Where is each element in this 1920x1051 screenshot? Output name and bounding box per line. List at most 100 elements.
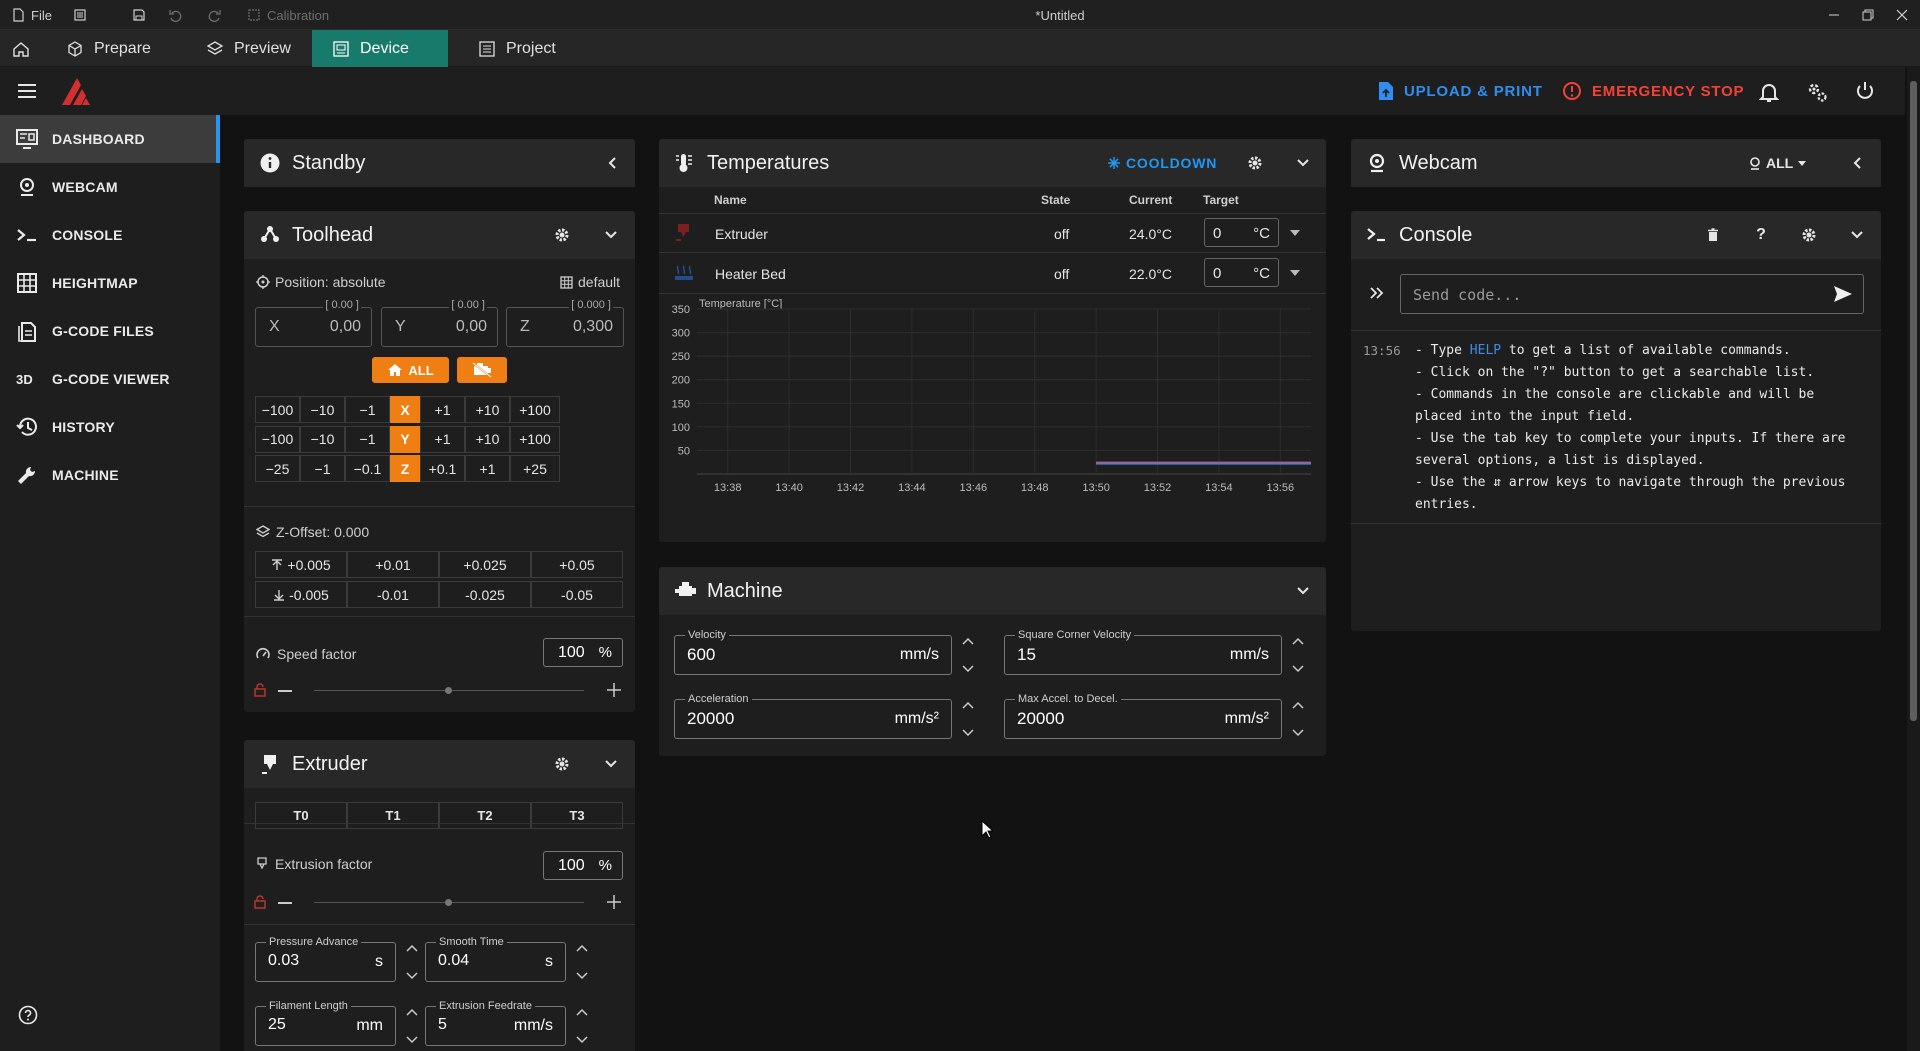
motors-off-button[interactable] (457, 357, 507, 383)
collapse-chevron-icon[interactable] (1847, 153, 1867, 173)
sidebar-item-console[interactable]: CONSOLE (0, 211, 220, 259)
stepper-up-icon[interactable] (406, 944, 418, 952)
delete-icon[interactable] (1703, 225, 1723, 245)
speed-factor-input[interactable]: 100 % (543, 638, 623, 667)
z-offset-button[interactable]: -0.025 (439, 581, 531, 608)
z-position-field[interactable]: Z [ 0.000 ] 0,300 (506, 299, 624, 347)
help-icon[interactable] (18, 1005, 38, 1025)
number-input[interactable]: Pressure Advance 0.03 s (255, 936, 396, 982)
gear-icon[interactable] (1245, 153, 1265, 173)
scrollbar-thumb[interactable] (1910, 81, 1917, 721)
console-line[interactable]: entries. (1415, 497, 1478, 512)
console-command-link[interactable]: HELP (1470, 343, 1501, 358)
collapse-chevron-icon[interactable] (602, 153, 622, 173)
speed-slider-thumb[interactable] (445, 687, 452, 694)
menu-icon[interactable] (17, 83, 37, 99)
undo-icon[interactable] (168, 0, 182, 30)
console-line[interactable]: placed into the input field. (1415, 409, 1634, 424)
jog-button[interactable]: −100 (255, 425, 300, 453)
heater-name[interactable]: Heater Bed (715, 266, 786, 282)
stepper-up-icon[interactable] (962, 637, 974, 645)
jog-button[interactable]: −10 (300, 396, 345, 423)
gear-icon[interactable] (1799, 225, 1819, 245)
number-input[interactable]: Extrusion Feedrate 5 mm/s (425, 1000, 566, 1046)
calibration-menu[interactable]: Calibration (247, 0, 329, 30)
sidebar-item-dashboard[interactable]: DASHBOARD (0, 115, 220, 163)
tool-button-t1[interactable]: T1 (347, 802, 439, 829)
z-offset-button[interactable]: -0.005 (255, 581, 347, 608)
jog-button[interactable]: +1 (420, 425, 465, 453)
jog-button[interactable]: +10 (465, 425, 510, 453)
file-menu[interactable]: File (12, 0, 52, 30)
caret-down-icon[interactable] (1290, 270, 1300, 276)
chevron-down-icon[interactable] (601, 754, 621, 774)
power-icon[interactable] (1855, 81, 1875, 101)
jog-button[interactable]: +100 (510, 396, 560, 423)
heater-target-input[interactable]: 0 °C (1204, 258, 1279, 287)
sidebar-item-machine[interactable]: MACHINE (0, 451, 220, 499)
settings-cogs-icon[interactable] (1806, 81, 1828, 103)
cooldown-button[interactable]: COOLDOWN (1108, 139, 1217, 187)
console-line[interactable]: - Use the ⇵ arrow keys to navigate throu… (1415, 475, 1845, 490)
jog-button[interactable]: +10 (465, 396, 510, 423)
increase-icon[interactable] (607, 895, 621, 909)
sidebar-item-gcode-viewer[interactable]: 3D G-CODE VIEWER (0, 355, 220, 403)
axis-z-button[interactable]: Z (390, 455, 420, 482)
lock-icon[interactable] (254, 683, 266, 697)
stepper-down-icon[interactable] (576, 972, 588, 980)
stepper-down-icon[interactable] (1292, 729, 1304, 737)
page-scrollbar[interactable] (1907, 67, 1920, 1051)
axis-y-button[interactable]: Y (390, 425, 420, 453)
tab-project[interactable]: Project (458, 30, 586, 67)
extrusion-slider-thumb[interactable] (445, 899, 452, 906)
jog-button[interactable]: +1 (420, 396, 465, 423)
stepper-down-icon[interactable] (406, 1036, 418, 1044)
console-line[interactable]: - Click on the "?" button to get a searc… (1415, 365, 1814, 380)
jog-button[interactable]: −0.1 (345, 455, 390, 482)
stepper-up-icon[interactable] (1292, 701, 1304, 709)
gear-icon[interactable] (552, 754, 572, 774)
number-input[interactable]: Velocity 600 mm/s (674, 629, 952, 675)
stepper-up-icon[interactable] (576, 1008, 588, 1016)
emergency-stop-button[interactable]: EMERGENCY STOP (1562, 67, 1744, 115)
z-offset-button[interactable]: +0.01 (347, 551, 439, 578)
sidebar-item-gcode-files[interactable]: G-CODE FILES (0, 307, 220, 355)
extrusion-factor-input[interactable]: 100 % (543, 851, 623, 880)
z-offset-button[interactable]: +0.05 (531, 551, 623, 578)
home-all-button[interactable]: ALL (372, 357, 449, 383)
stepper-up-icon[interactable] (576, 944, 588, 952)
jog-button[interactable]: −100 (255, 396, 300, 423)
jog-button[interactable]: −1 (300, 455, 345, 482)
jog-button[interactable]: +25 (510, 455, 560, 482)
jog-button[interactable]: −1 (345, 396, 390, 423)
number-input[interactable]: Acceleration 20000 mm/s² (674, 693, 952, 739)
console-line[interactable]: - Type HELP to get a list of available c… (1415, 343, 1791, 358)
number-input[interactable]: Smooth Time 0.04 s (425, 936, 566, 982)
heater-name[interactable]: Extruder (715, 226, 768, 242)
chevron-down-icon[interactable] (601, 225, 621, 245)
stepper-up-icon[interactable] (406, 1008, 418, 1016)
chevron-down-icon[interactable] (1847, 225, 1867, 245)
lock-icon[interactable] (254, 895, 266, 909)
y-position-field[interactable]: Y [ 0.00 ] 0,00 (381, 299, 498, 347)
send-icon[interactable] (1833, 285, 1853, 303)
x-position-field[interactable]: X [ 0.00 ] 0,00 (255, 299, 372, 347)
caret-down-icon[interactable] (1290, 230, 1300, 236)
close-icon[interactable] (1896, 0, 1908, 30)
z-offset-button[interactable]: -0.05 (531, 581, 623, 608)
webcam-filter-dropdown[interactable]: ALL (1749, 139, 1807, 187)
stepper-up-icon[interactable] (962, 701, 974, 709)
minimize-icon[interactable] (1828, 0, 1840, 30)
tool-button-t3[interactable]: T3 (531, 802, 623, 829)
tool-button-t0[interactable]: T0 (255, 802, 347, 829)
console-input[interactable]: Send code... (1400, 274, 1864, 314)
console-line[interactable]: several options, a list is displayed. (1415, 453, 1705, 468)
chevron-down-icon[interactable] (1293, 153, 1313, 173)
stepper-up-icon[interactable] (1292, 637, 1304, 645)
z-offset-button[interactable]: +0.005 (255, 551, 347, 578)
stepper-down-icon[interactable] (406, 972, 418, 980)
heater-target-input[interactable]: 0 °C (1204, 218, 1279, 247)
jog-button[interactable]: −10 (300, 425, 345, 453)
redo-icon[interactable] (208, 0, 222, 30)
stepper-down-icon[interactable] (962, 665, 974, 673)
